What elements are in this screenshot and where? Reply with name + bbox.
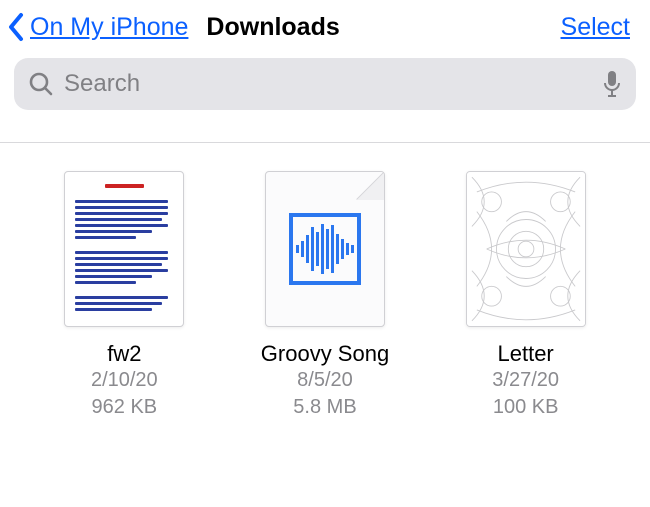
- file-date: 8/5/20: [297, 367, 353, 394]
- microphone-icon[interactable]: [602, 70, 622, 98]
- search-field[interactable]: [14, 58, 636, 110]
- file-name: Letter: [498, 341, 554, 367]
- back-label: On My iPhone: [30, 13, 188, 42]
- file-size: 100 KB: [493, 394, 559, 421]
- file-item[interactable]: Groovy Song 8/5/20 5.8 MB: [235, 171, 415, 421]
- file-item[interactable]: Letter 3/27/20 100 KB: [436, 171, 616, 421]
- file-item[interactable]: fw2 2/10/20 962 KB: [34, 171, 214, 421]
- file-name: fw2: [107, 341, 141, 367]
- navigation-bar: On My iPhone Downloads Select: [0, 0, 650, 52]
- file-size: 5.8 MB: [293, 394, 356, 421]
- file-thumbnail-artwork: [466, 171, 586, 327]
- page-title: Downloads: [206, 13, 339, 42]
- search-icon: [28, 71, 54, 97]
- page-fold-icon: [356, 172, 384, 200]
- back-button[interactable]: On My iPhone: [6, 12, 188, 42]
- file-size: 962 KB: [92, 394, 158, 421]
- file-date: 3/27/20: [492, 367, 559, 394]
- chevron-left-icon: [6, 12, 28, 42]
- select-button[interactable]: Select: [561, 13, 636, 42]
- file-thumbnail-audio: [265, 171, 385, 327]
- file-thumbnail-document: [64, 171, 184, 327]
- file-date: 2/10/20: [91, 367, 158, 394]
- file-grid: fw2 2/10/20 962 KB Groovy Song 8/5/20 5.…: [0, 143, 650, 421]
- coloring-page-icon: [467, 172, 585, 326]
- file-name: Groovy Song: [261, 341, 389, 367]
- waveform-icon: [289, 213, 361, 285]
- search-input[interactable]: [54, 70, 602, 98]
- search-wrap: [0, 52, 650, 124]
